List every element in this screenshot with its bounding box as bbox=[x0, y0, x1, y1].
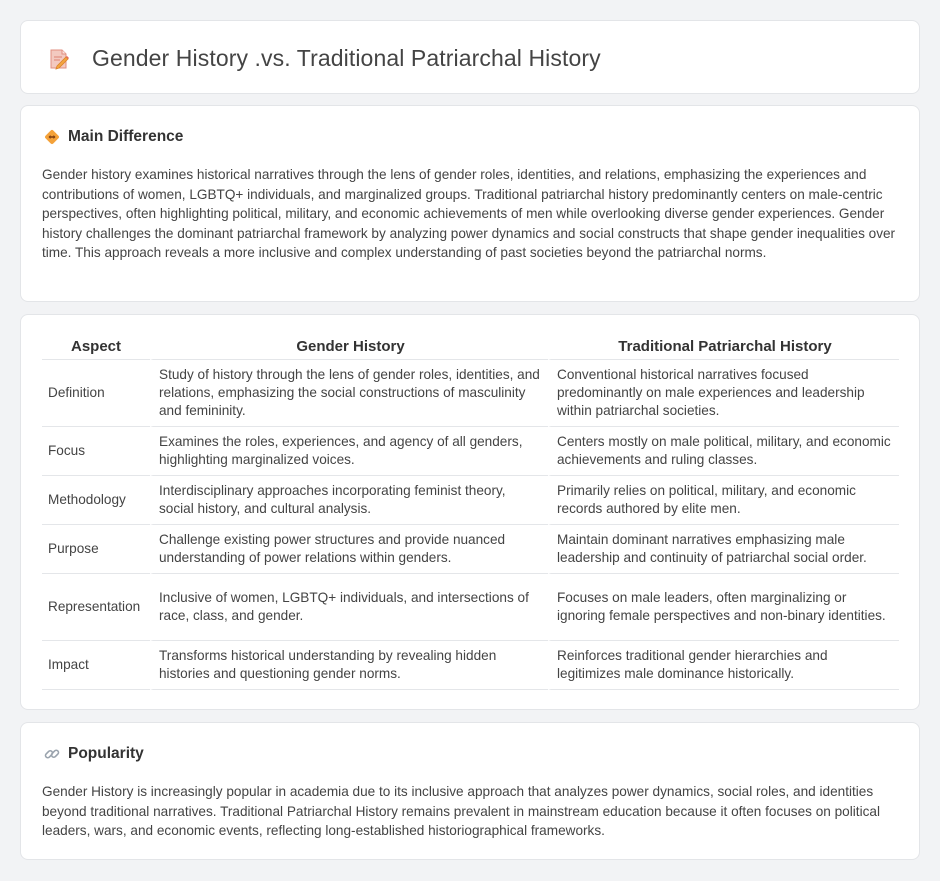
popularity-text: Gender History is increasingly popular i… bbox=[42, 784, 880, 838]
header-traditional-patriarchal-history: Traditional Patriarchal History bbox=[548, 335, 899, 360]
table-header-row: Aspect Gender History Traditional Patria… bbox=[42, 335, 899, 360]
diamond-arrows-icon bbox=[43, 128, 61, 146]
row-aspect: Purpose bbox=[42, 525, 150, 574]
comparison-table: Aspect Gender History Traditional Patria… bbox=[42, 335, 899, 690]
table-row: Purpose Challenge existing power structu… bbox=[42, 525, 899, 574]
row-traditional-history: Maintain dominant narratives emphasizing… bbox=[548, 525, 899, 574]
row-aspect: Representation bbox=[42, 574, 150, 641]
table-row: Definition Study of history through the … bbox=[42, 360, 899, 427]
row-gender-history: Transforms historical understanding by r… bbox=[150, 641, 548, 690]
row-gender-history: Interdisciplinary approaches incorporati… bbox=[150, 476, 548, 525]
row-aspect: Methodology bbox=[42, 476, 150, 525]
main-difference-section: Main Difference Gender history examines … bbox=[20, 105, 920, 302]
row-traditional-history: Conventional historical narratives focus… bbox=[548, 360, 899, 427]
popularity-heading: Popularity bbox=[68, 745, 144, 762]
popularity-header: Popularity bbox=[43, 745, 144, 763]
page-title: Gender History .vs. Traditional Patriarc… bbox=[92, 45, 601, 71]
comparison-table-card: Aspect Gender History Traditional Patria… bbox=[20, 314, 920, 710]
row-aspect: Definition bbox=[42, 360, 150, 427]
main-difference-header: Main Difference bbox=[43, 128, 183, 146]
header-aspect: Aspect bbox=[42, 335, 150, 360]
title-card: Gender History .vs. Traditional Patriarc… bbox=[20, 20, 920, 94]
header-gender-history: Gender History bbox=[150, 335, 548, 360]
table-row: Focus Examines the roles, experiences, a… bbox=[42, 427, 899, 476]
table-row: Impact Transforms historical understandi… bbox=[42, 641, 899, 690]
row-traditional-history: Centers mostly on male political, milita… bbox=[548, 427, 899, 476]
row-aspect: Focus bbox=[42, 427, 150, 476]
row-traditional-history: Focuses on male leaders, often marginali… bbox=[548, 574, 899, 641]
row-aspect: Impact bbox=[42, 641, 150, 690]
row-gender-history: Challenge existing power structures and … bbox=[150, 525, 548, 574]
main-difference-heading: Main Difference bbox=[68, 128, 184, 145]
table-row: Methodology Interdisciplinary approaches… bbox=[42, 476, 899, 525]
row-traditional-history: Primarily relies on political, military,… bbox=[548, 476, 899, 525]
table-row: Representation Inclusive of women, LGBTQ… bbox=[42, 574, 899, 641]
document-pencil-icon bbox=[47, 47, 71, 71]
row-traditional-history: Reinforces traditional gender hierarchie… bbox=[548, 641, 899, 690]
row-gender-history: Inclusive of women, LGBTQ+ individuals, … bbox=[150, 574, 548, 641]
row-gender-history: Examines the roles, experiences, and age… bbox=[150, 427, 548, 476]
main-difference-text: Gender history examines historical narra… bbox=[42, 167, 896, 260]
row-gender-history: Study of history through the lens of gen… bbox=[150, 360, 548, 427]
popularity-section: Popularity Gender History is increasingl… bbox=[20, 722, 920, 860]
link-icon bbox=[43, 745, 61, 763]
